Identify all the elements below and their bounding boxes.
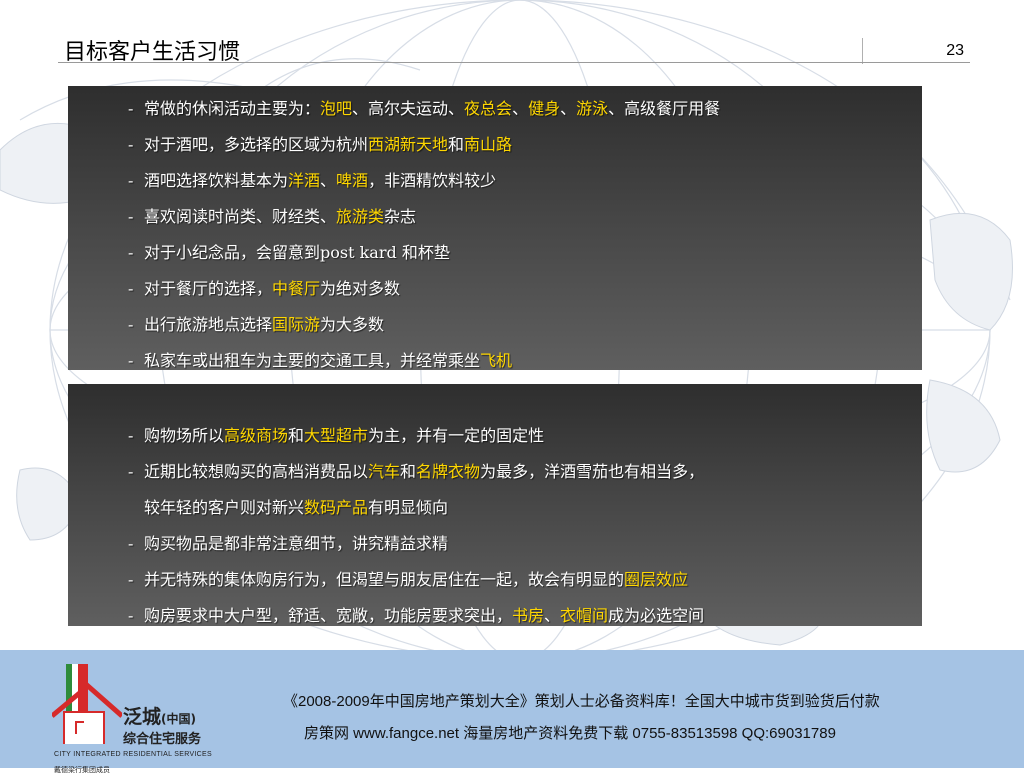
bullet-text: 对于餐厅的选择， bbox=[144, 279, 273, 298]
bullet-dash: - bbox=[128, 207, 134, 226]
bullet-dash: - bbox=[128, 534, 134, 553]
bullet-text: 成为必选空间 bbox=[608, 606, 705, 625]
bullet-text: 、 bbox=[560, 99, 577, 118]
bullet-dash: - bbox=[128, 426, 134, 445]
highlight-text: 健身 bbox=[528, 99, 561, 118]
bullet-dash: - bbox=[128, 315, 134, 334]
bullet-dash: - bbox=[128, 606, 134, 625]
bullet-text: 、 bbox=[512, 99, 529, 118]
bullet-text: 出行旅游地点选择 bbox=[144, 315, 273, 334]
bullet-text: 常做的休闲活动主要为： bbox=[144, 99, 321, 118]
header-divider-vertical bbox=[862, 38, 863, 64]
bullet-text: 酒吧选择饮料基本为 bbox=[144, 171, 289, 190]
highlight-text: 高级商场 bbox=[224, 426, 289, 445]
shopping-housing-panel: - 购物场所以高级商场和大型超市为主，并有一定的固定性 - 近期比较想购买的高档消费品… bbox=[68, 384, 922, 626]
bullet-text: 和 bbox=[400, 462, 417, 481]
bullet-dash: - bbox=[128, 462, 134, 481]
bullet-text: 和 bbox=[288, 426, 305, 445]
bullet-text: 为最多，洋酒雪茄也有相当多， bbox=[480, 462, 705, 481]
bullet-text: ，非酒精饮料较少 bbox=[368, 171, 497, 190]
bullet-text: 较年轻的客户则对新兴 bbox=[144, 498, 305, 517]
bullet-item: - 购房要求中大户型，舒适、宽敞，功能房要求突出，书房、衣帽间成为必选空间 bbox=[128, 598, 922, 634]
highlight-text: 洋酒 bbox=[288, 171, 321, 190]
highlight-text: 汽车 bbox=[368, 462, 401, 481]
bullet-text: 杂志 bbox=[384, 207, 417, 226]
bullet-item: - 对于酒吧，多选择的区域为杭州西湖新天地和南山路 bbox=[128, 127, 922, 163]
highlight-text: 啤酒 bbox=[336, 171, 369, 190]
bullet-text: 私家车或出租车为主要的交通工具，并经常乘坐 bbox=[144, 351, 481, 370]
bullet-text: 、 bbox=[320, 171, 337, 190]
bullet-text: 为主，并有一定的固定性 bbox=[368, 426, 545, 445]
bullet-text: 、 bbox=[544, 606, 561, 625]
highlight-text: 游泳 bbox=[576, 99, 609, 118]
bullet-item: - 近期比较想购买的高档消费品以汽车和名牌衣物为最多，洋酒雪茄也有相当多， bbox=[128, 454, 922, 490]
highlight-text: 旅游类 bbox=[336, 207, 385, 226]
bullet-item: - 对于小纪念品，会留意到post kard 和杯垫 bbox=[128, 235, 922, 271]
bullet-item: - 对于餐厅的选择，中餐厅为绝对多数 bbox=[128, 271, 922, 307]
highlight-text: 夜总会 bbox=[464, 99, 513, 118]
highlight-text: 中餐厅 bbox=[272, 279, 321, 298]
highlight-text: 名牌衣物 bbox=[416, 462, 481, 481]
bullet-item: - 酒吧选择饮料基本为洋酒、啤酒，非酒精饮料较少 bbox=[128, 163, 922, 199]
bullet-item: - 购物场所以高级商场和大型超市为主，并有一定的固定性 bbox=[128, 418, 922, 454]
bullet-text: 并无特殊的集体购房行为，但渴望与朋友居住在一起，故会有明显的 bbox=[144, 570, 625, 589]
logo-english-name: CITY INTEGRATED RESIDENTIAL SERVICES bbox=[54, 751, 212, 758]
logo-brand-suffix: (中国) bbox=[161, 712, 196, 726]
logo-member-text: 戴德梁行集团成员 bbox=[54, 766, 110, 774]
bullet-text: 、高级餐厅用餐 bbox=[608, 99, 721, 118]
highlight-text: 书房 bbox=[512, 606, 545, 625]
highlight-text: 国际游 bbox=[272, 315, 321, 334]
bullet-item: 较年轻的客户则对新兴数码产品有明显倾向 bbox=[128, 490, 922, 526]
bullet-text: 为大多数 bbox=[320, 315, 385, 334]
bullet-dash: - bbox=[128, 171, 134, 190]
bullet-text: 对于小纪念品，会留意到post kard 和杯垫 bbox=[144, 243, 450, 262]
bullet-item: - 并无特殊的集体购房行为，但渴望与朋友居住在一起，故会有明显的圈层效应 bbox=[128, 562, 922, 598]
bullet-text: 和 bbox=[448, 135, 465, 154]
bullet-item: - 喜欢阅读时尚类、财经类、旅游类杂志 bbox=[128, 199, 922, 235]
bullet-text: 为绝对多数 bbox=[320, 279, 401, 298]
bullet-text: 喜欢阅读时尚类、财经类、 bbox=[144, 207, 337, 226]
page-number: 23 bbox=[946, 42, 964, 59]
bullet-text: 购物场所以 bbox=[144, 426, 225, 445]
bullet-text: 、高尔夫运动、 bbox=[352, 99, 465, 118]
highlight-text: 南山路 bbox=[464, 135, 513, 154]
bullet-text: 购买物品是都非常注意细节，讲究精益求精 bbox=[144, 534, 449, 553]
highlight-text: 衣帽间 bbox=[560, 606, 609, 625]
header-divider bbox=[58, 62, 970, 63]
bullet-text: 对于酒吧，多选择的区域为杭州 bbox=[144, 135, 369, 154]
bullet-item: - 出行旅游地点选择国际游为大多数 bbox=[128, 307, 922, 343]
logo-brand-name: 泛城(中国) bbox=[123, 702, 196, 729]
footer-promo-text: 《2008-2009年中国房地产策划大全》策划人士必备资料库！全国大中城市货到验… bbox=[283, 693, 880, 710]
bullet-text: 近期比较想购买的高档消费品以 bbox=[144, 462, 369, 481]
highlight-text: 大型超市 bbox=[304, 426, 369, 445]
footer-contact-text: 房策网 www.fangce.net 海量房地产资料免费下载 0755-8351… bbox=[304, 725, 836, 742]
highlight-text: 数码产品 bbox=[304, 498, 369, 517]
highlight-text: 泡吧 bbox=[320, 99, 353, 118]
bullet-item: - 常做的休闲活动主要为：泡吧、高尔夫运动、夜总会、健身、游泳、高级餐厅用餐 bbox=[128, 91, 922, 127]
highlight-text: 西湖新天地 bbox=[368, 135, 449, 154]
bullet-dash: - bbox=[128, 243, 134, 262]
logo-brand-cn: 泛城 bbox=[123, 706, 162, 728]
highlight-text: 圈层效应 bbox=[624, 570, 689, 589]
bullet-dash: - bbox=[128, 279, 134, 298]
bullet-dash: - bbox=[128, 135, 134, 154]
bullet-dash: - bbox=[128, 570, 134, 589]
company-logo: 泛城(中国) 综合住宅服务 CITY INTEGRATED RESIDENTIA… bbox=[52, 664, 222, 774]
lifestyle-habits-panel: - 常做的休闲活动主要为：泡吧、高尔夫运动、夜总会、健身、游泳、高级餐厅用餐 - 对于… bbox=[68, 86, 922, 370]
bullet-dash: - bbox=[128, 99, 134, 118]
bullet-text: 购房要求中大户型，舒适、宽敞，功能房要求突出， bbox=[144, 606, 513, 625]
house-logo-icon bbox=[52, 664, 122, 744]
bullet-text: 有明显倾向 bbox=[368, 498, 449, 517]
footer-banner: 泛城(中国) 综合住宅服务 CITY INTEGRATED RESIDENTIA… bbox=[0, 650, 1024, 774]
logo-subtitle: 综合住宅服务 bbox=[123, 732, 202, 747]
bullet-item: - 私家车或出租车为主要的交通工具，并经常乘坐飞机 bbox=[128, 343, 922, 379]
bullet-item: - 购买物品是都非常注意细节，讲究精益求精 bbox=[128, 526, 922, 562]
highlight-text: 飞机 bbox=[480, 351, 513, 370]
bullet-dash: - bbox=[128, 351, 134, 370]
